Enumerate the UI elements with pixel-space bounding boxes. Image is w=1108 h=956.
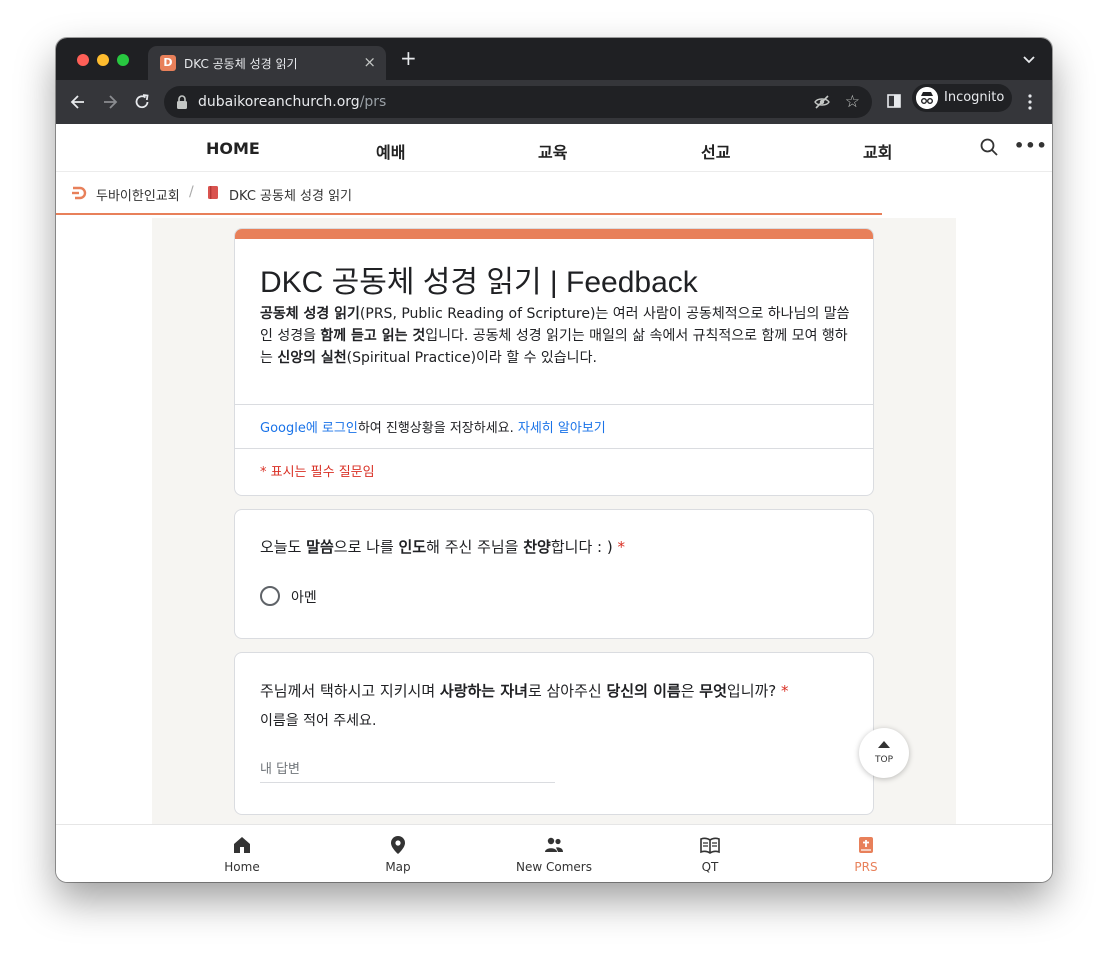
breadcrumb-current: DKC 공동체 성경 읽기 bbox=[229, 189, 353, 204]
browser-window: D DKC 공동체 성경 읽기 × + dubaikoreanchurch.or… bbox=[56, 38, 1052, 882]
tab-strip: D DKC 공동체 성경 읽기 × + bbox=[56, 38, 1052, 80]
form-header-card: DKC 공동체 성경 읽기 | Feedback 공동체 성경 읽기(PRS, … bbox=[234, 228, 874, 496]
tab-search-chevron-icon[interactable] bbox=[1022, 52, 1036, 66]
divider bbox=[235, 404, 873, 405]
more-menu-icon[interactable]: ••• bbox=[1014, 136, 1048, 155]
zoom-window-button[interactable] bbox=[117, 54, 129, 66]
bible-icon bbox=[859, 837, 873, 853]
browser-toolbar: dubaikoreanchurch.org/prs ☆ Incognito bbox=[56, 80, 1052, 124]
amen-radio-label[interactable]: 아멘 bbox=[291, 587, 317, 607]
bottom-nav-map[interactable]: Map bbox=[338, 825, 458, 882]
amen-radio[interactable] bbox=[260, 586, 280, 606]
home-icon bbox=[234, 837, 250, 853]
bookmark-star-icon[interactable]: ☆ bbox=[845, 92, 860, 112]
incognito-label: Incognito bbox=[944, 90, 1005, 105]
minimize-window-button[interactable] bbox=[97, 54, 109, 66]
login-prompt: Google에 로그인하여 진행상황을 저장하세요. 자세히 알아보기 bbox=[260, 421, 606, 436]
bottom-navigation: Home Map New Comers QT PRS bbox=[56, 824, 1052, 882]
google-login-link[interactable]: Google에 로그인 bbox=[260, 421, 358, 436]
reload-icon[interactable] bbox=[132, 92, 152, 112]
learn-more-link[interactable]: 자세히 알아보기 bbox=[518, 421, 606, 436]
required-asterisk: * bbox=[781, 682, 789, 700]
search-icon[interactable] bbox=[980, 138, 998, 156]
required-asterisk: * bbox=[617, 538, 625, 556]
new-tab-button[interactable]: + bbox=[400, 48, 417, 68]
scroll-top-label: TOP bbox=[874, 755, 893, 765]
lock-icon[interactable] bbox=[176, 95, 188, 109]
nav-education[interactable]: 교육 bbox=[538, 139, 567, 163]
back-arrow-icon[interactable] bbox=[68, 92, 88, 112]
church-logo-icon[interactable] bbox=[71, 185, 89, 201]
question-subtitle: 이름을 적어 주세요. bbox=[260, 713, 377, 729]
incognito-profile-button[interactable]: Incognito bbox=[912, 84, 1012, 112]
people-icon bbox=[545, 837, 563, 852]
required-note: * 표시는 필수 질문임 bbox=[260, 465, 375, 480]
form-description: 공동체 성경 읽기(PRS, Public Reading of Scriptu… bbox=[260, 306, 850, 366]
breadcrumb-separator: / bbox=[189, 184, 194, 200]
tab-title: DKC 공동체 성경 읽기 bbox=[184, 57, 298, 71]
bottom-nav-home[interactable]: Home bbox=[182, 825, 302, 882]
nav-church[interactable]: 교회 bbox=[863, 139, 892, 163]
breadcrumb-home[interactable]: 두바이한인교회 bbox=[96, 185, 180, 204]
form-title: DKC 공동체 성경 읽기 | Feedback bbox=[260, 266, 698, 299]
bottom-nav-prs[interactable]: PRS bbox=[806, 825, 926, 882]
form-accent-bar bbox=[235, 229, 873, 239]
close-window-button[interactable] bbox=[77, 54, 89, 66]
map-pin-icon bbox=[391, 836, 405, 854]
nav-mission[interactable]: 선교 bbox=[701, 139, 730, 163]
site-favicon-icon: D bbox=[160, 55, 176, 71]
question-title: 주님께서 택하시고 지키시며 사랑하는 자녀로 삼아주신 당신의 이름은 무엇입… bbox=[260, 682, 789, 700]
site-navigation: HOME 예배 교육 선교 교회 ••• bbox=[56, 124, 1052, 172]
side-panel-icon[interactable] bbox=[887, 94, 901, 108]
bottom-nav-qt[interactable]: QT bbox=[650, 825, 770, 882]
book-icon bbox=[208, 186, 218, 199]
divider bbox=[235, 448, 873, 449]
scroll-top-button[interactable]: TOP bbox=[859, 728, 909, 778]
url-text: dubaikoreanchurch.org/prs bbox=[198, 94, 387, 110]
breadcrumb: 두바이한인교회 / DKC 공동체 성경 읽기 bbox=[56, 173, 882, 215]
browser-tab-active[interactable]: D DKC 공동체 성경 읽기 × bbox=[148, 46, 386, 80]
question-card-praise: 오늘도 말씀으로 나를 인도해 주신 주님을 찬양합니다 : ) * 아멘 bbox=[234, 509, 874, 639]
browser-menu-icon[interactable] bbox=[1028, 94, 1032, 110]
incognito-icon bbox=[916, 87, 938, 109]
question-title: 오늘도 말씀으로 나를 인도해 주신 주님을 찬양합니다 : ) * bbox=[260, 538, 625, 556]
nav-home[interactable]: HOME bbox=[206, 139, 260, 158]
question-card-name: 주님께서 택하시고 지키시며 사랑하는 자녀로 삼아주신 당신의 이름은 무엇입… bbox=[234, 652, 874, 815]
tab-close-icon[interactable]: × bbox=[363, 53, 376, 71]
address-bar[interactable]: dubaikoreanchurch.org/prs ☆ bbox=[164, 86, 872, 118]
name-answer-input[interactable] bbox=[260, 757, 555, 783]
open-book-icon bbox=[700, 837, 720, 854]
bottom-nav-new-comers[interactable]: New Comers bbox=[494, 825, 614, 882]
nav-worship[interactable]: 예배 bbox=[376, 139, 405, 163]
forward-arrow-icon[interactable] bbox=[100, 92, 120, 112]
arrow-up-icon bbox=[878, 741, 890, 748]
eye-off-icon[interactable] bbox=[814, 94, 830, 110]
